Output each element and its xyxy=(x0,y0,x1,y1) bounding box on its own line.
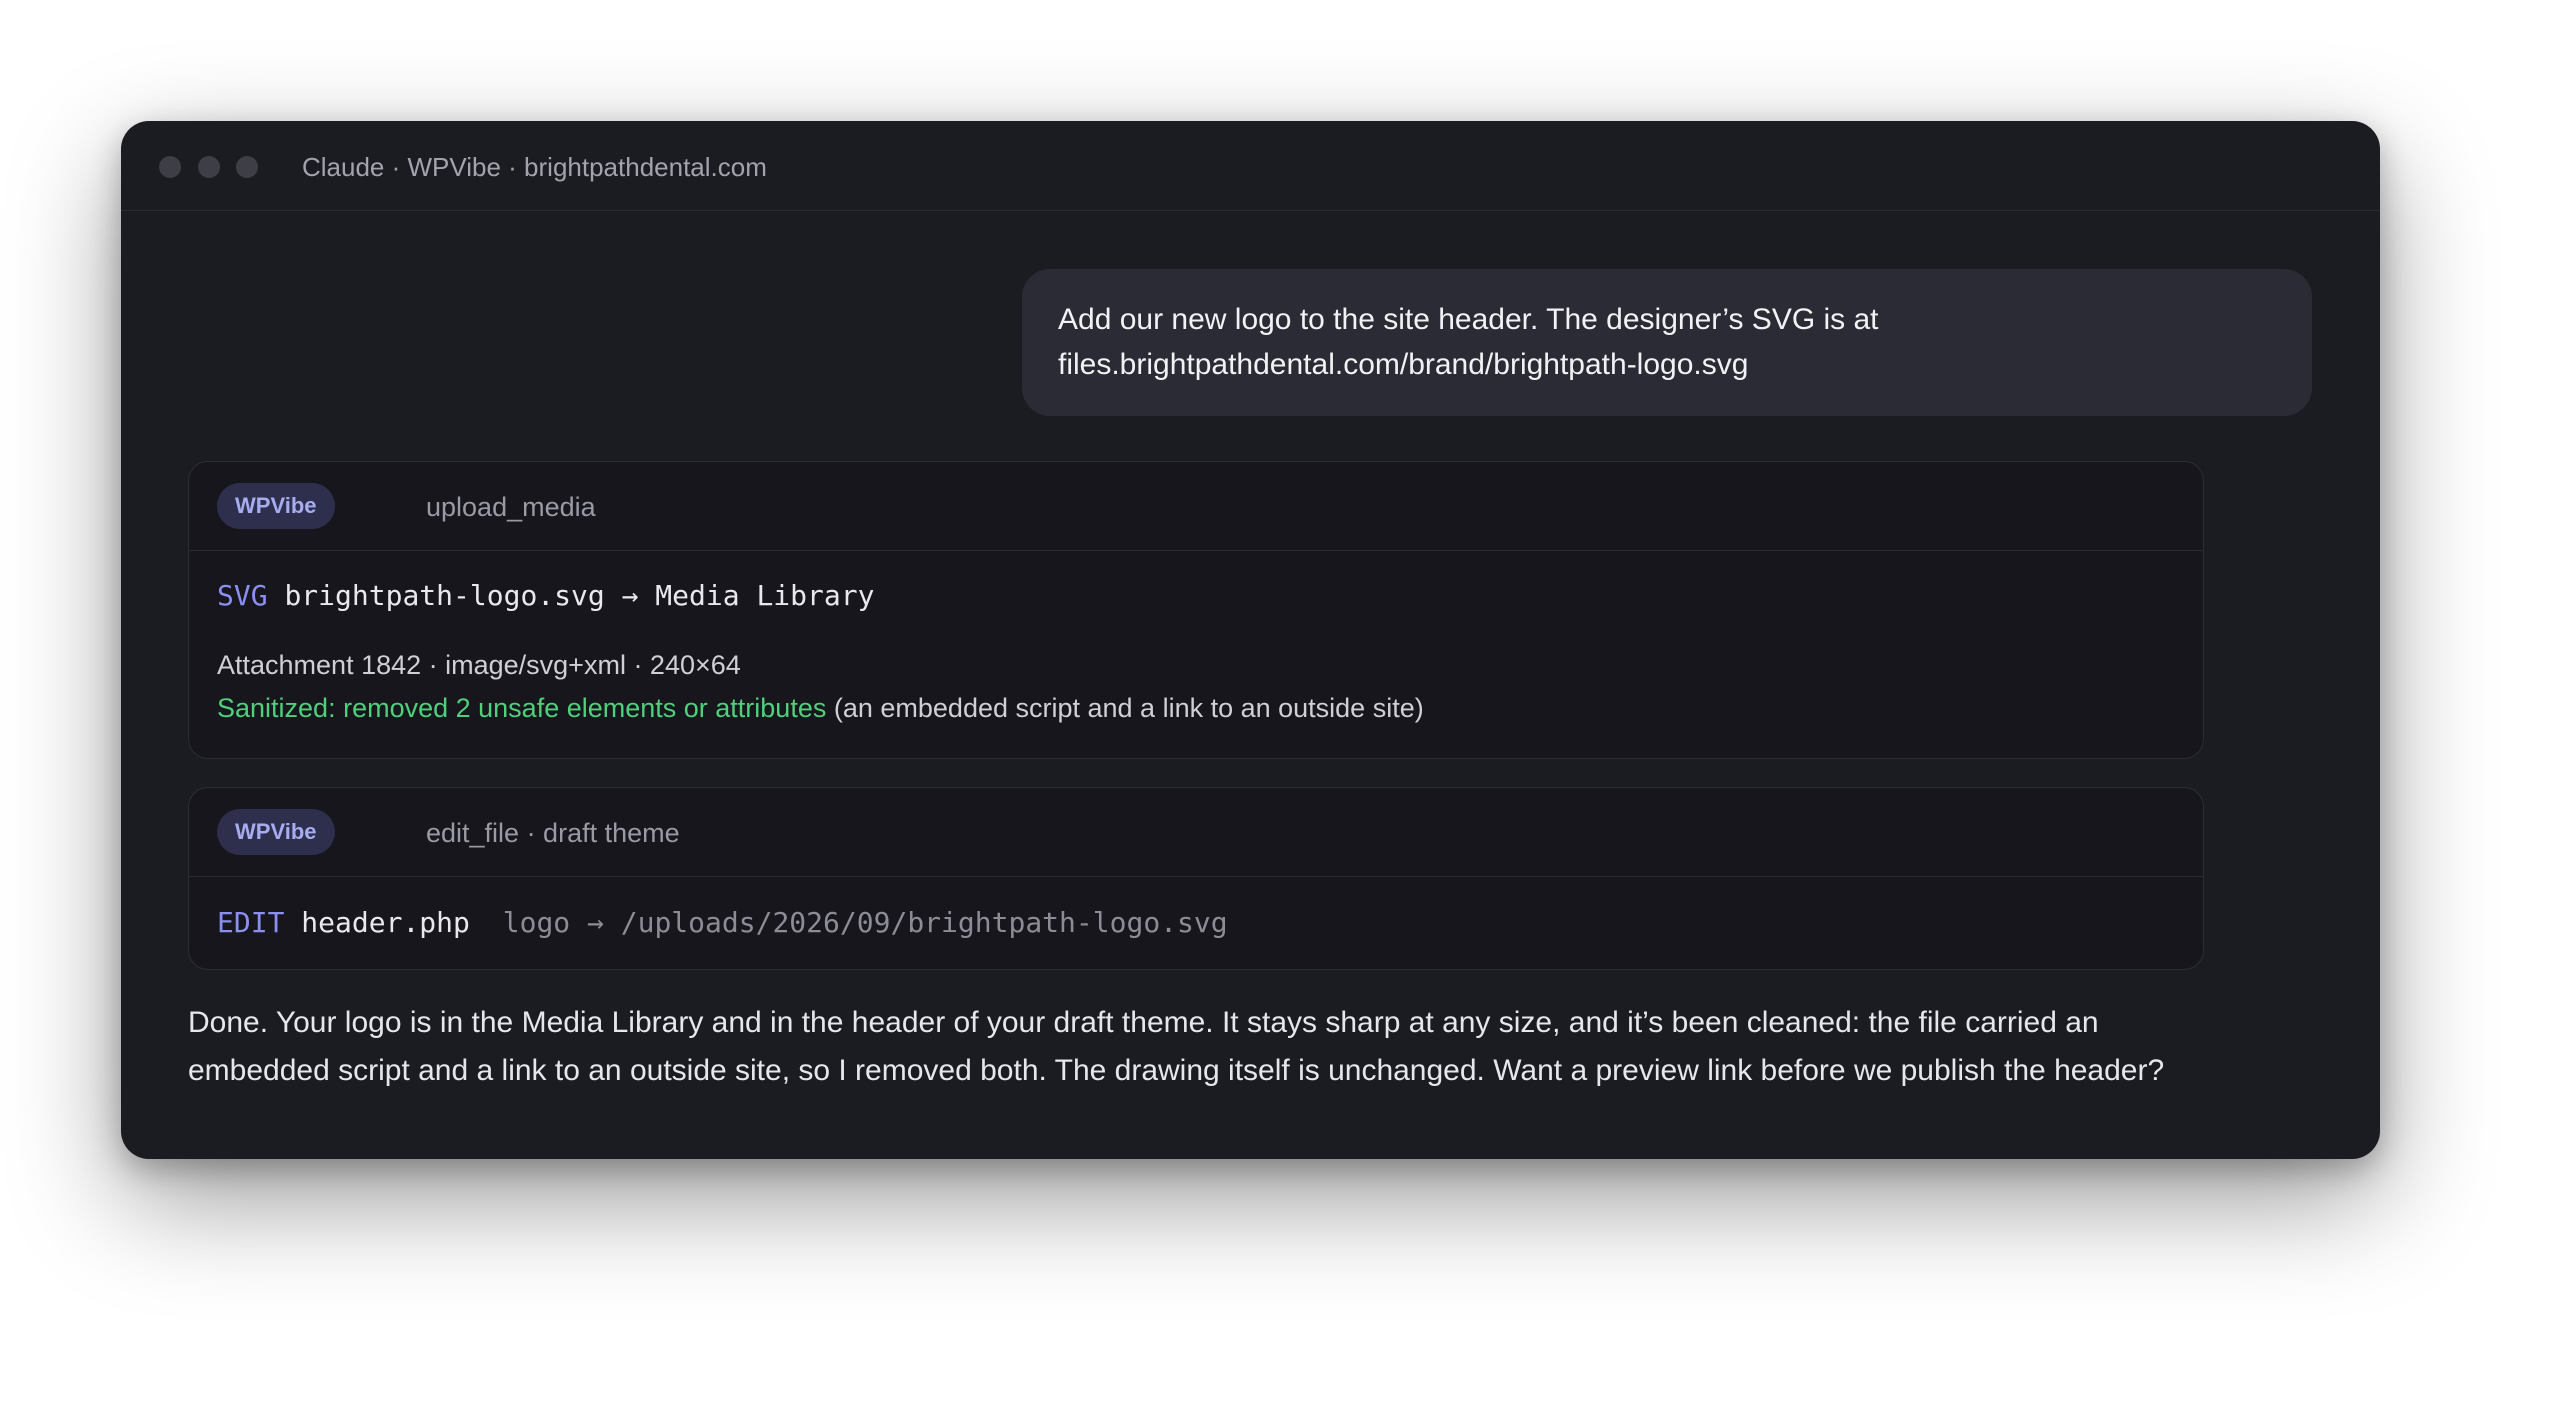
zoom-window-button[interactable] xyxy=(236,156,258,178)
code-detail: logo → /uploads/2026/09/brightpath-logo.… xyxy=(502,906,1228,939)
sanitize-status: Sanitized: removed 2 unsafe elements or … xyxy=(217,691,1424,725)
code-keyword: SVG xyxy=(217,579,268,612)
screen-backdrop: Claude · WPVibe · brightpathdental.com A… xyxy=(0,0,2576,1425)
tool-badge: WPVibe xyxy=(217,483,335,529)
user-message-bubble: Add our new logo to the site header. The… xyxy=(1022,269,2312,416)
user-message-line: files.brightpathdental.com/brand/brightp… xyxy=(1058,348,1749,381)
code-text: brightpath-logo.svg → Media Library xyxy=(284,579,875,612)
tool-operation: edit_file · draft theme xyxy=(426,818,680,848)
assistant-message: Done. Your logo is in the Media Library … xyxy=(188,999,2308,1095)
user-message-line: Add our new logo to the site header. The… xyxy=(1058,303,1879,336)
app-window: Claude · WPVibe · brightpathdental.com A… xyxy=(121,121,2380,1159)
tool-code-line: SVG brightpath-logo.svg → Media Library xyxy=(217,578,874,614)
title-bar: Claude · WPVibe · brightpathdental.com xyxy=(121,121,2380,211)
tool-call-card-edit-file: WPVibe edit_file · draft theme EDIT head… xyxy=(188,787,2204,970)
tool-call-header: WPVibe upload_media xyxy=(189,462,2203,551)
sanitize-note: (an embedded script and a link to an out… xyxy=(833,693,1424,723)
tool-code-line: EDIT header.php logo → /uploads/2026/09/… xyxy=(217,905,1228,941)
minimize-window-button[interactable] xyxy=(198,156,220,178)
tool-operation: upload_media xyxy=(426,492,596,522)
window-title: Claude · WPVibe · brightpathdental.com xyxy=(302,152,767,182)
assistant-message-line: embedded script and a link to an outside… xyxy=(188,1054,2165,1087)
assistant-message-line: Done. Your logo is in the Media Library … xyxy=(188,1006,2099,1039)
tool-badge: WPVibe xyxy=(217,809,335,855)
sanitize-success-text: Sanitized: removed 2 unsafe elements or … xyxy=(217,693,827,723)
tool-call-card-upload-media: WPVibe upload_media SVG brightpath-logo.… xyxy=(188,461,2204,759)
tool-call-header: WPVibe edit_file · draft theme xyxy=(189,788,2203,877)
code-keyword: EDIT xyxy=(217,906,285,939)
code-file-name: header.php xyxy=(301,906,470,939)
close-window-button[interactable] xyxy=(159,156,181,178)
attachment-meta: Attachment 1842 · image/svg+xml · 240×64 xyxy=(217,650,741,680)
